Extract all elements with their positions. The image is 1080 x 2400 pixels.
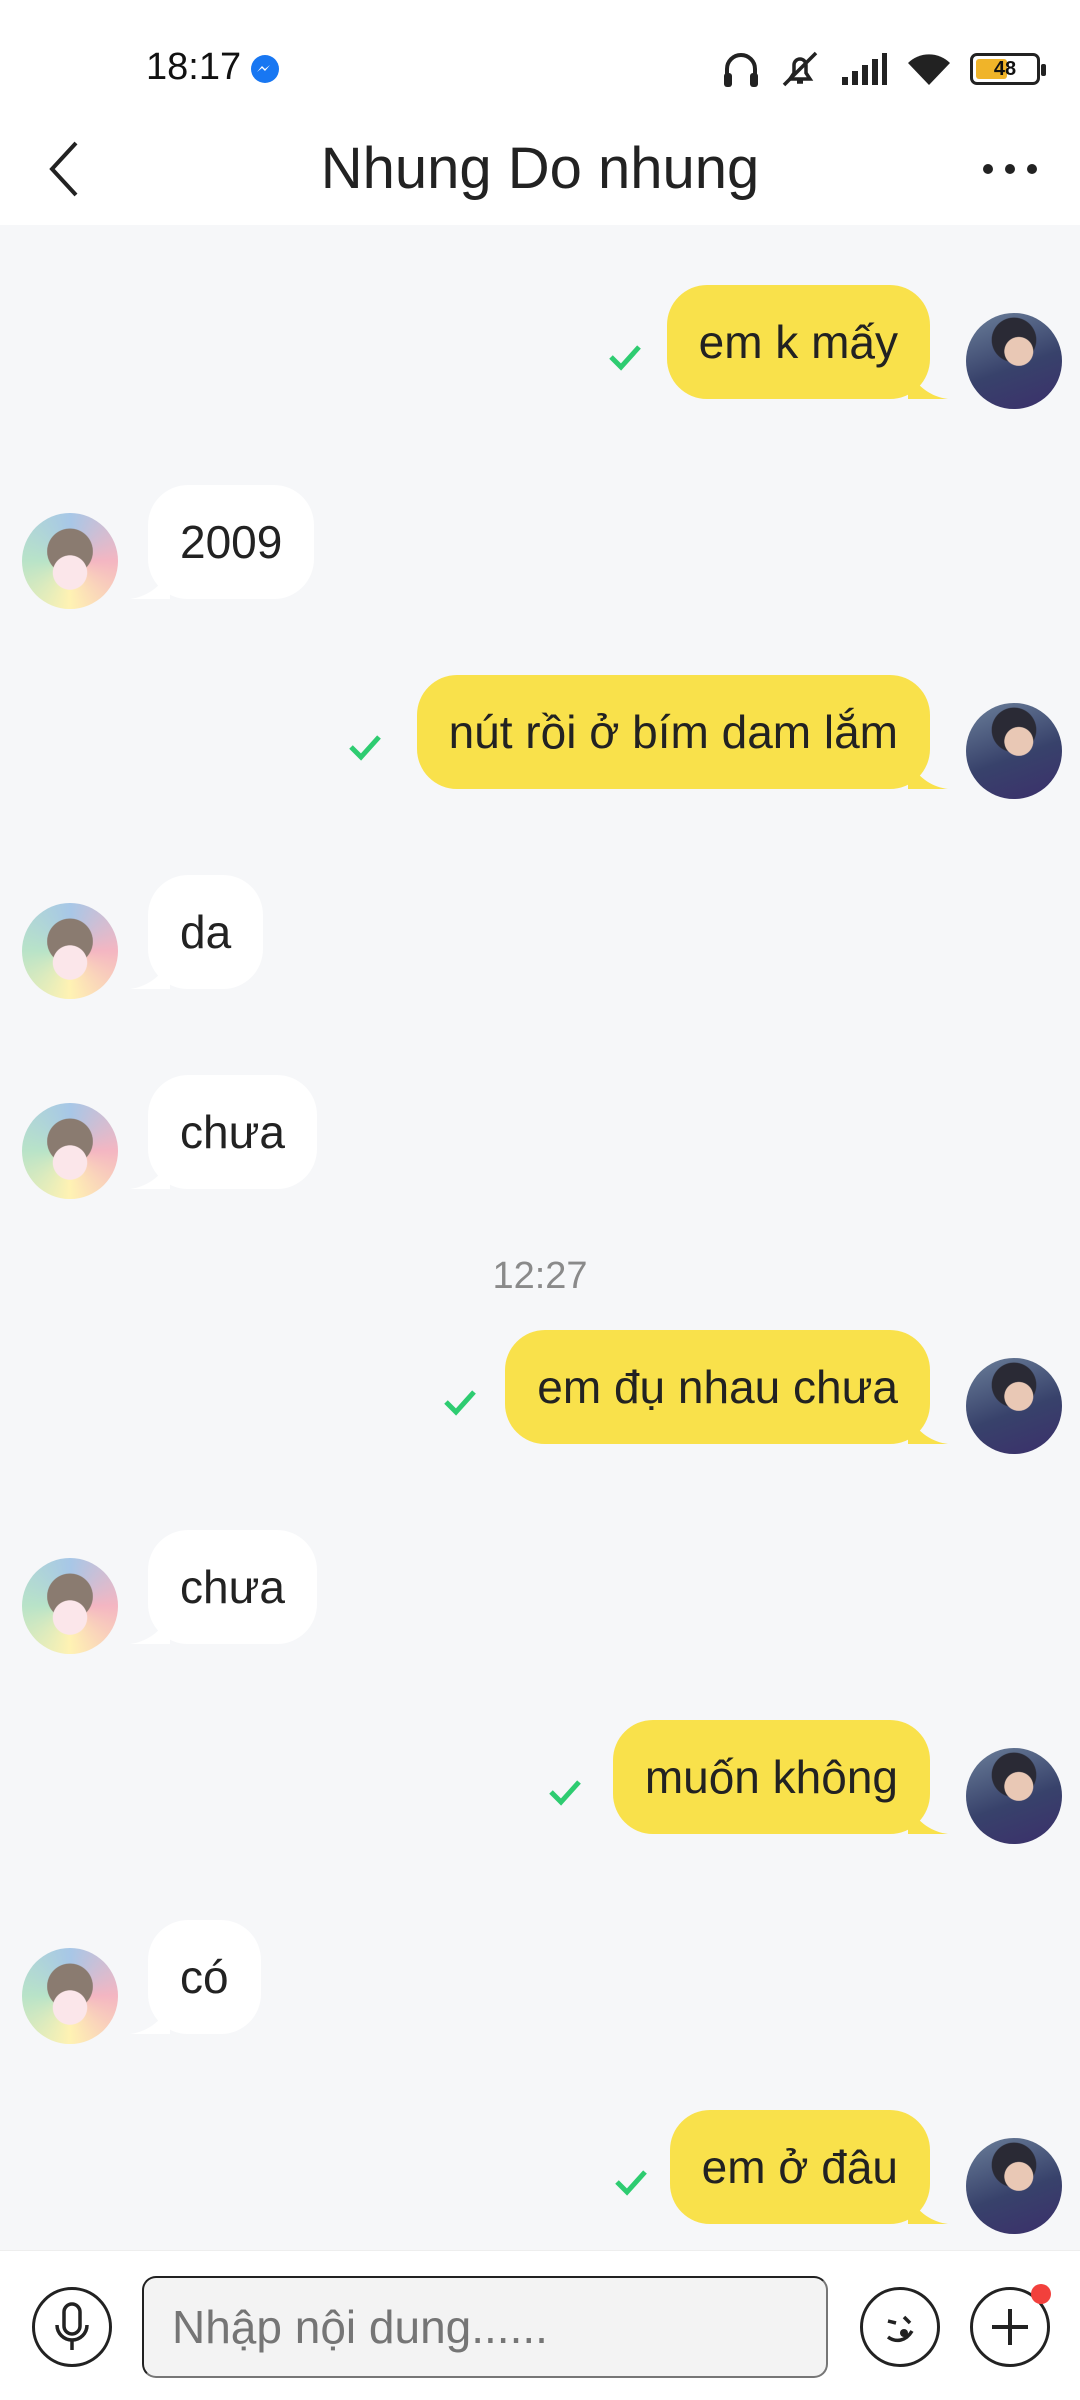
more-options-button[interactable]: [970, 2284, 1051, 2367]
sent-check-icon: [615, 2170, 647, 2196]
my-message-bubble[interactable]: muốn không: [612, 1720, 948, 1834]
headphones-icon: [724, 53, 758, 87]
message-row: em đụ nhau chưa: [0, 1310, 1080, 1454]
my-avatar[interactable]: [966, 1358, 1062, 1454]
contact-avatar[interactable]: [22, 1948, 118, 2044]
sent-check-icon: [609, 345, 641, 371]
contact-message-bubble[interactable]: chưa: [130, 1075, 317, 1189]
sent-check-icon: [349, 735, 381, 761]
my-message-bubble[interactable]: em ở đâu: [669, 2110, 948, 2224]
message-row: nút rồi ở bím dam lắm: [0, 655, 1080, 799]
status-time: 18:17: [146, 46, 242, 88]
messenger-icon: [251, 55, 279, 83]
message-input[interactable]: [142, 2276, 828, 2378]
my-message-bubble[interactable]: nút rồi ở bím dam lắm: [416, 675, 948, 789]
battery-icon: 48: [970, 53, 1046, 85]
microphone-icon: [55, 2302, 89, 2350]
sent-check-icon: [444, 1390, 476, 1416]
my-avatar[interactable]: [966, 703, 1062, 799]
my-avatar[interactable]: [966, 1748, 1062, 1844]
message-row: em k mấy: [0, 265, 1080, 409]
message-text: em đụ nhau chưa: [537, 1361, 898, 1413]
notification-dot: [1031, 2284, 1051, 2304]
contact-avatar[interactable]: [22, 1103, 118, 1199]
message-text: có: [180, 1951, 229, 2003]
message-text: chưa: [180, 1561, 285, 1613]
timestamp: 12:27: [492, 1255, 588, 1297]
message-row: chưa: [0, 1055, 1080, 1199]
sticker-icon: [886, 2315, 914, 2343]
input-bar: [0, 2250, 1080, 2400]
plus-icon: [992, 2309, 1028, 2345]
contact-message-bubble[interactable]: da: [130, 875, 264, 989]
my-message-bubble[interactable]: em k mấy: [666, 285, 948, 399]
message-text: em ở đâu: [701, 2141, 898, 2193]
voice-button[interactable]: [32, 2287, 112, 2367]
message-row: 2009: [0, 465, 1080, 609]
more-dots-icon: [983, 164, 1037, 174]
sticker-button[interactable]: [860, 2287, 940, 2367]
contact-avatar[interactable]: [22, 513, 118, 609]
chat-title: Nhung Do nhung: [320, 136, 760, 201]
contact-message-bubble[interactable]: chưa: [130, 1530, 317, 1644]
more-button[interactable]: [970, 133, 1050, 205]
contact-avatar[interactable]: [22, 903, 118, 999]
contact-message-bubble[interactable]: 2009: [130, 485, 315, 599]
chat-area[interactable]: em k mấy 2009 nút rồi ở bím dam lắm da c…: [0, 225, 1080, 2250]
my-avatar[interactable]: [966, 2138, 1062, 2234]
signal-icon: [842, 53, 887, 85]
sent-check-icon: [549, 1780, 581, 1806]
wifi-icon: [908, 54, 950, 85]
status-icons: 48: [722, 46, 1046, 92]
message-text: em k mấy: [698, 316, 898, 368]
message-row: chưa: [0, 1510, 1080, 1654]
chat-header: Nhung Do nhung: [0, 115, 1080, 225]
mute-icon: [782, 51, 818, 87]
message-row: da: [0, 855, 1080, 999]
message-row: có: [0, 1900, 1080, 2044]
contact-avatar[interactable]: [22, 1558, 118, 1654]
message-text: nút rồi ở bím dam lắm: [448, 706, 898, 758]
message-text: muốn không: [644, 1751, 898, 1803]
message-row: em ở đâu: [0, 2090, 1080, 2234]
message-text: da: [180, 906, 232, 958]
my-avatar[interactable]: [966, 313, 1062, 409]
message-text: chưa: [180, 1106, 285, 1158]
message-row: muốn không: [0, 1700, 1080, 1844]
message-text: 2009: [180, 516, 283, 568]
my-message-bubble[interactable]: em đụ nhau chưa: [505, 1330, 948, 1444]
contact-message-bubble[interactable]: có: [130, 1920, 261, 2034]
